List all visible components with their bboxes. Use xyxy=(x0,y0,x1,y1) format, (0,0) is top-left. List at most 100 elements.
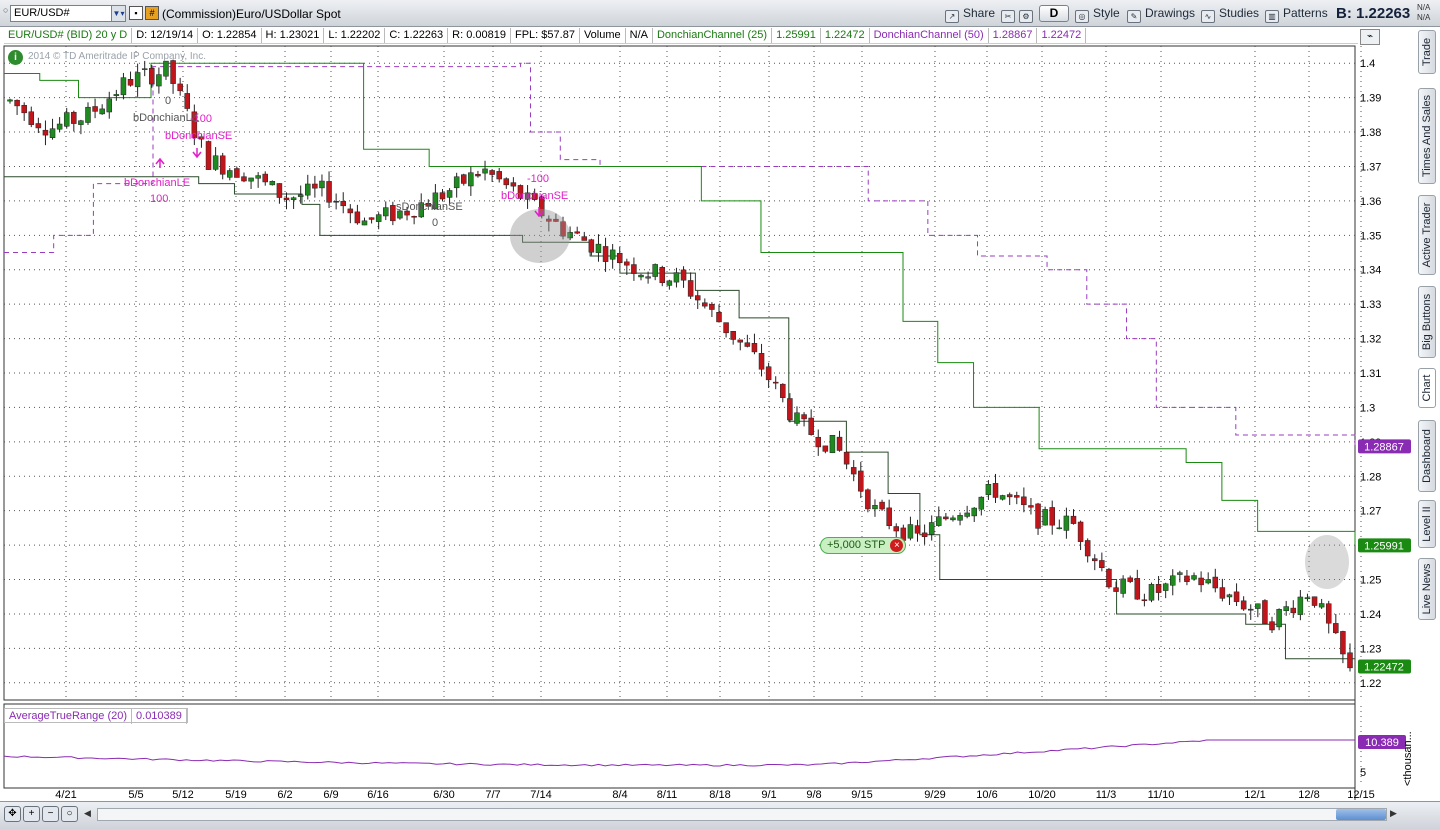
highlight-circle xyxy=(1305,535,1349,589)
pencil-icon: ✎ xyxy=(1127,10,1141,23)
candle-body xyxy=(170,60,176,84)
price-tick-label: 1.22 xyxy=(1360,678,1381,690)
patterns-button[interactable]: ▥ Patterns xyxy=(1262,4,1331,23)
date-tick-label: 12/1 xyxy=(1244,789,1265,801)
candle-body xyxy=(1333,623,1339,634)
candle-body xyxy=(141,68,148,70)
candle-body xyxy=(872,505,878,510)
link-icon[interactable]: ▪ xyxy=(129,6,143,20)
zoom-fit-icon[interactable]: ○ xyxy=(61,806,78,822)
hash-icon[interactable]: # xyxy=(145,6,159,20)
candle-body xyxy=(255,175,261,179)
candle-body xyxy=(1155,584,1162,593)
info-low: L: 1.22202 xyxy=(324,28,386,43)
atr-label[interactable]: AverageTrueRange (20) xyxy=(5,709,133,724)
date-tick-label: 5/5 xyxy=(128,789,143,801)
candle-body xyxy=(354,211,361,224)
info-volume[interactable]: Volume xyxy=(580,28,626,43)
candle-body xyxy=(1247,608,1254,611)
candle-body xyxy=(616,252,623,263)
zoom-in-icon[interactable]: + xyxy=(23,806,40,822)
price-tick-label: 1.38 xyxy=(1360,127,1381,139)
price-tick-label: 1.33 xyxy=(1360,299,1381,311)
share-label: Share xyxy=(963,6,996,20)
candle-body xyxy=(1304,597,1311,600)
candle-body xyxy=(1184,575,1190,582)
pan-icon[interactable]: ✥ xyxy=(4,806,21,822)
tab-times-and-sales[interactable]: Times And Sales xyxy=(1418,88,1436,184)
studies-label: Studies xyxy=(1219,6,1260,20)
symbol-lock-icon[interactable]: ○ xyxy=(3,5,8,15)
tab-big-buttons[interactable]: Big Buttons xyxy=(1418,286,1436,358)
candle-body xyxy=(1070,515,1077,524)
time-scrollbar[interactable] xyxy=(97,808,1387,821)
tab-active-trader[interactable]: Active Trader xyxy=(1418,195,1436,275)
symbol-dropdown-icon[interactable]: ▼▾ xyxy=(111,6,125,21)
info-dc50-label[interactable]: DonchianChannel (50) xyxy=(870,28,989,43)
candle-body xyxy=(1269,621,1275,631)
candle-body xyxy=(333,200,339,203)
drawings-button[interactable]: ✎ Drawings xyxy=(1124,4,1198,23)
tab-level-ii[interactable]: Level II xyxy=(1418,500,1436,548)
candle-body xyxy=(63,112,70,127)
candle-body xyxy=(1106,568,1112,588)
price-tick-label: 1.31 xyxy=(1360,368,1381,380)
date-tick-label: 4/21 xyxy=(55,789,76,801)
tools-button[interactable]: ✂ ⚙ xyxy=(998,4,1040,23)
tab-trade[interactable]: Trade xyxy=(1418,30,1436,74)
atr-header: AverageTrueRange (20) 0.010389 xyxy=(4,708,188,724)
price-label-text: 1.22472 xyxy=(1364,662,1404,674)
info-icon[interactable]: i xyxy=(8,50,23,65)
price-chart[interactable]: 0 bDonchianLE -100 bDonchianSE bDonchianLE 10… xyxy=(0,44,1440,829)
timeframe-button[interactable]: D xyxy=(1039,5,1069,22)
candle-body xyxy=(772,381,779,384)
tab-live-news[interactable]: Live News xyxy=(1418,558,1436,620)
info-dc25-label[interactable]: DonchianChannel (25) xyxy=(653,28,773,43)
scroll-left-icon[interactable]: ◀ xyxy=(84,808,91,819)
candle-body xyxy=(276,183,283,198)
quote-info-strip: EUR/USD# (BID) 20 y D D: 12/19/14 O: 1.228… xyxy=(4,28,1358,44)
candle-body xyxy=(1056,527,1063,530)
candle-body xyxy=(262,173,268,183)
candle-body xyxy=(283,197,290,201)
scroll-right-icon[interactable]: ▶ xyxy=(1390,808,1397,819)
tab-chart[interactable]: Chart xyxy=(1418,368,1436,408)
price-tick-label: 1.34 xyxy=(1360,265,1381,277)
scroll-thumb[interactable] xyxy=(1336,809,1386,820)
style-button[interactable]: ◎ Style xyxy=(1072,4,1123,23)
candle-body xyxy=(602,246,609,262)
candle-body xyxy=(758,353,765,370)
candle-body xyxy=(446,190,453,198)
candle-body xyxy=(595,243,602,253)
candle-body xyxy=(461,174,467,184)
order-tag-label: +5,000 STP xyxy=(827,539,886,551)
zoom-out-icon[interactable]: − xyxy=(42,806,59,822)
candle-body xyxy=(120,77,127,96)
price-tick-label: 1.4 xyxy=(1360,58,1375,70)
cancel-order-icon[interactable]: × xyxy=(890,539,904,552)
candle-body xyxy=(744,342,751,347)
candle-body xyxy=(1276,609,1282,628)
order-tag[interactable]: +5,000 STP × xyxy=(820,537,907,554)
candle-body xyxy=(205,141,212,170)
candle-body xyxy=(680,269,687,281)
info-symbol[interactable]: EUR/USD# (BID) 20 y D xyxy=(4,28,133,43)
share-button[interactable]: ↗ Share xyxy=(942,4,998,23)
candle-body xyxy=(1318,603,1325,608)
atr-unit-label: <thousan... xyxy=(1402,731,1414,786)
tab-dashboard[interactable]: Dashboard xyxy=(1418,420,1436,492)
style-label: Style xyxy=(1093,6,1120,20)
candle-body xyxy=(290,197,297,200)
symbol-input[interactable]: EUR/USD# ▼▾ xyxy=(10,5,126,22)
candle-body xyxy=(361,220,368,226)
studies-button[interactable]: ∿ Studies xyxy=(1198,4,1262,23)
candle-body xyxy=(1141,599,1148,601)
candle-body xyxy=(482,168,488,174)
candle-body xyxy=(1255,603,1261,609)
price-tick-label: 1.27 xyxy=(1360,506,1381,518)
atr-scale-tick: 5 xyxy=(1360,767,1366,779)
date-tick-label: 6/16 xyxy=(367,789,388,801)
candle-body xyxy=(227,170,233,178)
chart-settings-icon[interactable]: ⌁ xyxy=(1360,29,1380,45)
signal-label: sDonchianSE xyxy=(396,201,463,213)
